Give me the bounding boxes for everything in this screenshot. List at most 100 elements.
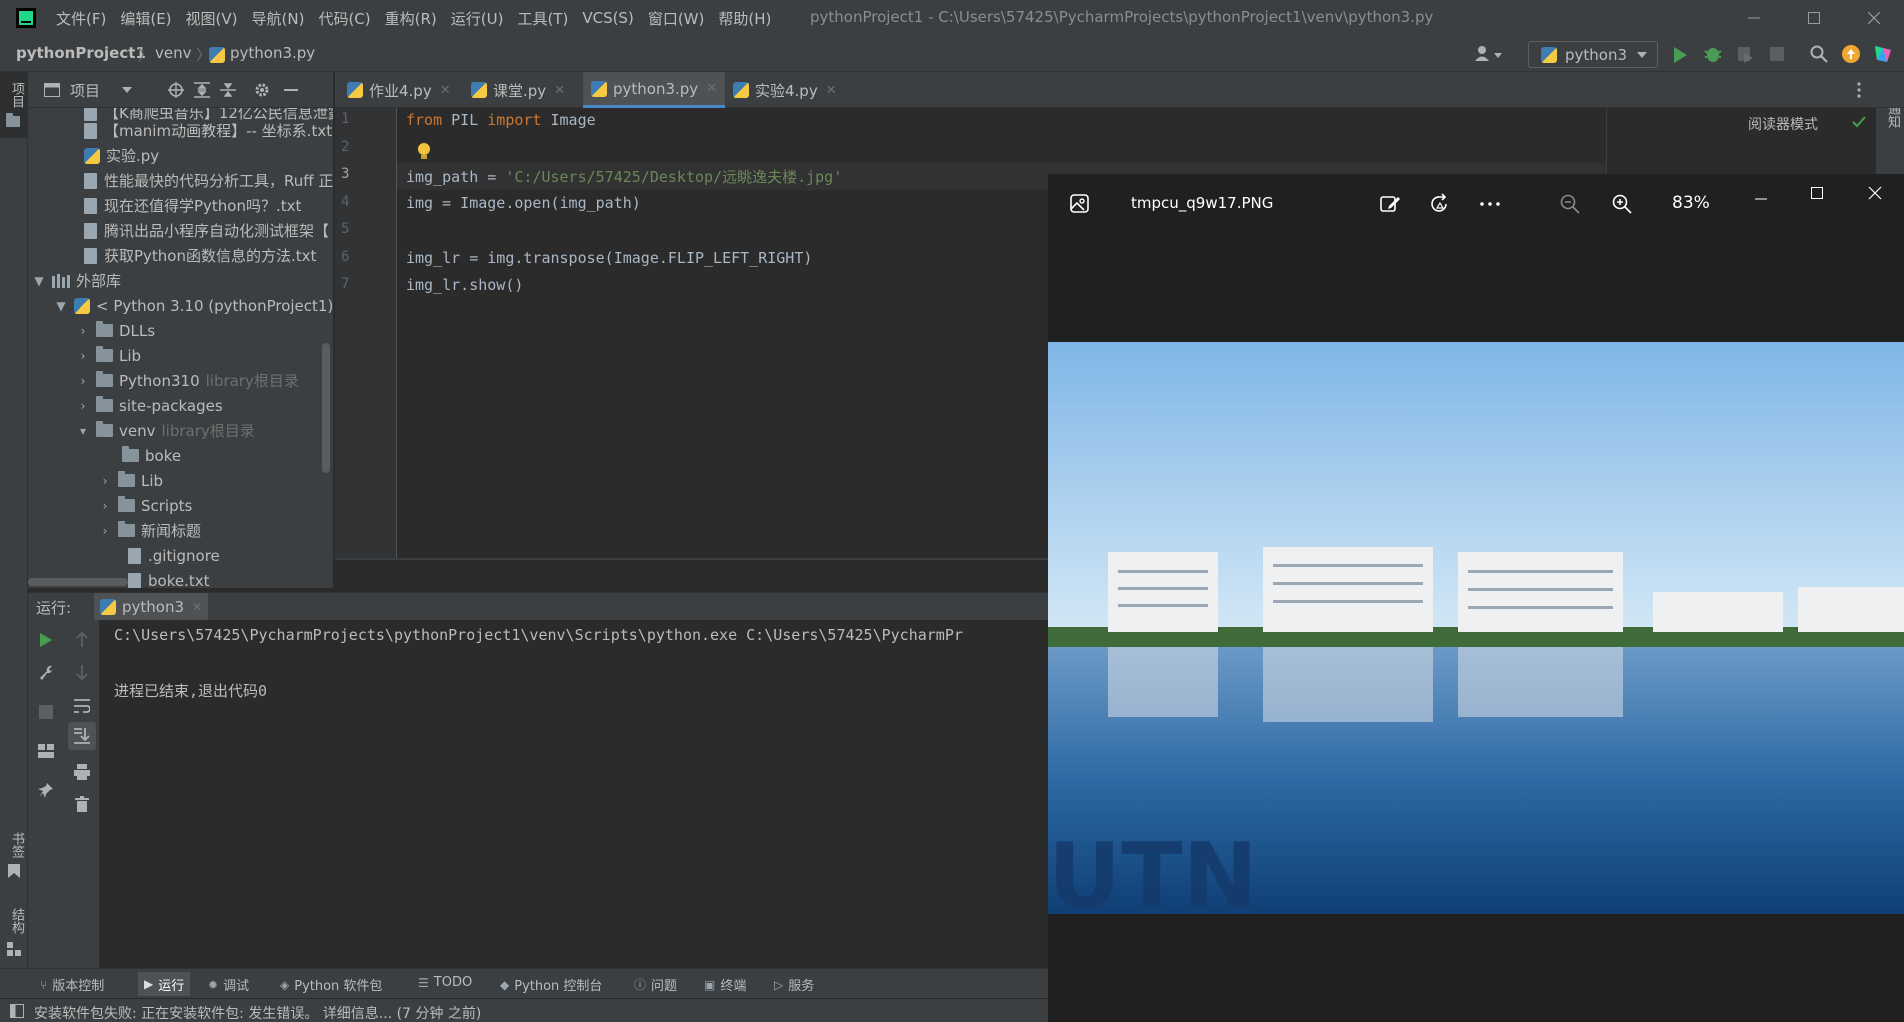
collapse-all-icon[interactable] bbox=[220, 82, 236, 98]
update-icon[interactable] bbox=[1842, 45, 1860, 63]
close-tab-icon[interactable]: ✕ bbox=[554, 83, 565, 98]
run-icon[interactable] bbox=[1672, 46, 1688, 64]
tab-homework4[interactable]: 作业4.py ✕ bbox=[347, 72, 451, 108]
tool-todo[interactable]: ☰ TODO bbox=[418, 975, 472, 990]
minimize-icon[interactable] bbox=[1754, 192, 1768, 206]
tree-item-external-libraries[interactable]: ▼ 外部库 bbox=[30, 268, 121, 293]
tree-item-folder[interactable]: › Scripts bbox=[96, 493, 192, 518]
run-console[interactable]: C:\Users\57425\PycharmProjects\pythonPro… bbox=[100, 620, 1048, 968]
tool-terminal[interactable]: ▣ 终端 bbox=[704, 975, 746, 995]
layout-icon[interactable] bbox=[38, 744, 54, 758]
debug-icon[interactable] bbox=[1704, 45, 1722, 63]
tree-item-folder[interactable]: › Lib bbox=[74, 343, 141, 368]
tree-item-file[interactable]: 性能最快的代码分析工具，Ruff 正 bbox=[84, 168, 333, 193]
displayed-photo[interactable]: UTN bbox=[1048, 342, 1904, 914]
tree-scrollbar[interactable] bbox=[322, 343, 330, 473]
menu-run[interactable]: 运行(U) bbox=[451, 8, 504, 29]
rerun-icon[interactable] bbox=[39, 632, 53, 648]
close-tab-icon[interactable]: ✕ bbox=[440, 83, 451, 98]
menu-file[interactable]: 文件(F) bbox=[56, 8, 106, 29]
tree-item-file[interactable]: 腾讯出品小程序自动化测试框架【 bbox=[84, 218, 329, 243]
tree-item-file[interactable]: 实验.py bbox=[84, 143, 159, 168]
tree-item-folder[interactable]: › site-packages bbox=[74, 393, 223, 418]
search-icon[interactable] bbox=[1810, 45, 1828, 63]
tab-python3[interactable]: python3.py ✕ bbox=[583, 72, 726, 108]
chevron-down-icon[interactable]: ▼ bbox=[30, 274, 48, 288]
lightbulb-icon[interactable] bbox=[417, 142, 431, 160]
structure-tool-button[interactable]: 结构 bbox=[0, 908, 28, 968]
stop-icon[interactable] bbox=[1770, 47, 1784, 61]
tree-item-folder[interactable]: ▾ venv library根目录 bbox=[74, 418, 255, 443]
edit-image-icon[interactable] bbox=[1378, 192, 1402, 216]
tool-run[interactable]: ▶ 运行 bbox=[138, 972, 191, 996]
menu-help[interactable]: 帮助(H) bbox=[718, 8, 771, 29]
tree-item-folder[interactable]: › DLLs bbox=[74, 318, 155, 343]
pin-icon[interactable] bbox=[38, 782, 54, 798]
menu-vcs[interactable]: VCS(S) bbox=[582, 9, 633, 27]
gear-icon[interactable] bbox=[254, 82, 270, 98]
stop-icon[interactable] bbox=[39, 705, 53, 719]
close-tab-icon[interactable]: ✕ bbox=[192, 600, 202, 614]
tree-item-file[interactable]: 【manim动画教程】-- 坐标系.txt bbox=[84, 118, 332, 143]
tree-item-folder[interactable]: › 新闻标题 bbox=[96, 518, 201, 543]
arrow-up-icon[interactable] bbox=[75, 632, 89, 648]
chevron-down-icon[interactable]: ▾ bbox=[74, 424, 92, 438]
tool-python-console[interactable]: ◆ Python 控制台 bbox=[500, 975, 602, 995]
tree-item-folder[interactable]: boke bbox=[118, 443, 181, 468]
tree-horizontal-scrollbar[interactable] bbox=[28, 578, 128, 586]
chevron-down-icon[interactable]: ▼ bbox=[52, 299, 70, 313]
run-tab-python3[interactable]: python3 ✕ bbox=[94, 593, 209, 621]
expand-all-icon[interactable] bbox=[194, 82, 210, 98]
menu-edit[interactable]: 编辑(E) bbox=[120, 8, 171, 29]
print-icon[interactable] bbox=[74, 764, 90, 780]
project-panel-title[interactable]: 项目 bbox=[70, 80, 100, 101]
tool-version-control[interactable]: ⑂ 版本控制 bbox=[40, 975, 104, 995]
status-panel-icon[interactable] bbox=[10, 1004, 24, 1018]
tree-item-folder[interactable]: › Python310 library根目录 bbox=[74, 368, 299, 393]
minimize-button[interactable] bbox=[1734, 4, 1774, 32]
tool-problems[interactable]: ⓘ 问题 bbox=[634, 975, 677, 994]
chevron-right-icon[interactable]: › bbox=[96, 524, 114, 538]
tree-item-folder[interactable]: › Lib bbox=[96, 468, 163, 493]
jetbrains-ai-icon[interactable] bbox=[1874, 45, 1892, 63]
reader-mode-toggle[interactable]: 阅读器模式 bbox=[1748, 114, 1818, 134]
tree-item-file[interactable]: 现在还值得学Python吗？.txt bbox=[84, 193, 301, 218]
close-icon[interactable] bbox=[1868, 186, 1882, 200]
arrow-down-icon[interactable] bbox=[75, 664, 89, 680]
wrench-icon[interactable] bbox=[38, 664, 54, 680]
close-window-button[interactable] bbox=[1854, 4, 1894, 32]
breadcrumb-project[interactable]: pythonProject1 bbox=[16, 44, 146, 62]
chevron-right-icon[interactable]: › bbox=[74, 374, 92, 388]
scroll-to-end-button[interactable] bbox=[68, 722, 96, 750]
project-tool-button[interactable]: 项目 bbox=[0, 72, 28, 138]
chevron-right-icon[interactable]: › bbox=[96, 474, 114, 488]
tool-debug[interactable]: ✹ 调试 bbox=[208, 975, 249, 995]
tree-item-file[interactable]: boke.txt bbox=[128, 568, 210, 588]
maximize-icon[interactable] bbox=[1810, 186, 1824, 200]
tab-classroom[interactable]: 课堂.py ✕ bbox=[471, 72, 565, 108]
tree-item-sdk[interactable]: ▼ < Python 3.10 (pythonProject1) bbox=[52, 293, 333, 318]
tree-item-file[interactable]: 获取Python函数信息的方法.txt bbox=[84, 243, 316, 268]
bookmarks-tool-button[interactable]: 书签 bbox=[0, 832, 28, 892]
chevron-right-icon[interactable]: › bbox=[74, 324, 92, 338]
zoom-out-icon[interactable] bbox=[1558, 192, 1582, 216]
breadcrumb-folder[interactable]: venv bbox=[155, 44, 192, 62]
zoom-in-icon[interactable] bbox=[1610, 192, 1634, 216]
soft-wrap-icon[interactable] bbox=[74, 698, 90, 714]
tab-experiment4[interactable]: 实验4.py ✕ bbox=[733, 72, 837, 108]
chevron-right-icon[interactable]: › bbox=[74, 399, 92, 413]
hide-panel-icon[interactable] bbox=[284, 89, 298, 91]
chevron-right-icon[interactable]: › bbox=[74, 349, 92, 363]
status-message[interactable]: 安装软件包失败: 正在安装软件包: 发生错误。 详细信息... (7 分钟 之前… bbox=[34, 1003, 481, 1022]
zoom-level[interactable]: 83% bbox=[1672, 193, 1710, 213]
menu-navigate[interactable]: 导航(N) bbox=[252, 8, 305, 29]
menu-code[interactable]: 代码(C) bbox=[318, 8, 370, 29]
user-account-icon[interactable] bbox=[1474, 45, 1506, 63]
breadcrumb-file[interactable]: python3.py bbox=[230, 44, 315, 62]
trash-icon[interactable] bbox=[75, 796, 89, 812]
close-tab-icon[interactable]: ✕ bbox=[706, 81, 717, 96]
tool-services[interactable]: ▷ 服务 bbox=[774, 975, 814, 995]
close-tab-icon[interactable]: ✕ bbox=[826, 83, 837, 98]
run-configuration-dropdown[interactable]: python3 bbox=[1528, 41, 1658, 68]
rotate-icon[interactable] bbox=[1428, 192, 1452, 216]
